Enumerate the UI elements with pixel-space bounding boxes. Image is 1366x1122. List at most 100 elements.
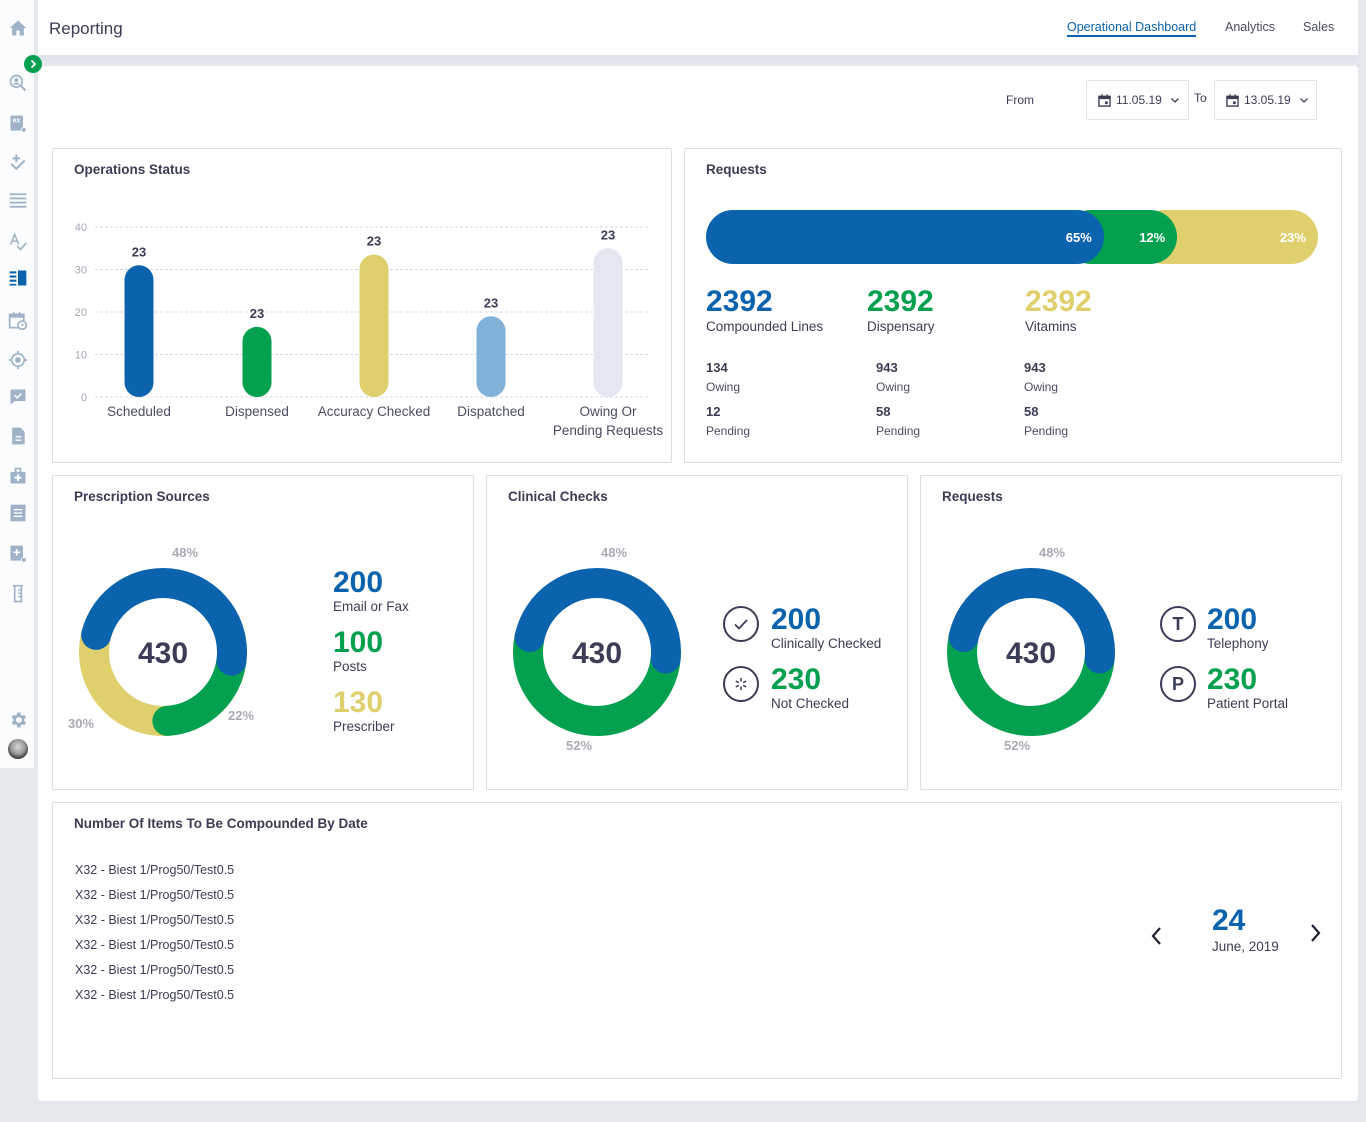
- donut-total: 430: [1006, 637, 1056, 670]
- clinical-checks-card: Clinical Checks 430 48% 52% 200 Clinically…: [486, 475, 908, 790]
- donut-percent-label: 48%: [172, 545, 198, 560]
- bar-value-label: 23: [367, 234, 381, 249]
- operations-status-chart: 0 10 20 30 40 23 Scheduled 23 Dispensed 23 Accurac…: [75, 222, 664, 438]
- group-total: 2392: [706, 285, 773, 318]
- pending-count: 58: [876, 404, 891, 419]
- group-total: 2392: [1025, 285, 1092, 318]
- donut-percent-label: 48%: [1039, 545, 1065, 560]
- to-date-picker[interactable]: 13.05.19: [1214, 80, 1317, 120]
- patient-portal-count: 230: [1207, 663, 1258, 696]
- prescriber-count: 130: [333, 686, 384, 719]
- medical-kit-icon[interactable]: [8, 466, 28, 486]
- bar-owing-or-pending-requests[interactable]: [593, 248, 623, 397]
- check-circle-icon: [723, 606, 759, 642]
- segment-percent-label: 12%: [1139, 229, 1166, 245]
- tab-analytics[interactable]: Analytics: [1225, 20, 1275, 34]
- chevron-down-icon: [1170, 98, 1179, 103]
- donut-percent-label: 48%: [601, 545, 627, 560]
- y-tick-label: 40: [75, 222, 87, 234]
- x-category-label: Pending Requests: [553, 423, 664, 438]
- rx-settings-icon[interactable]: RX: [8, 114, 28, 134]
- test-tube-icon[interactable]: [8, 584, 28, 604]
- email-fax-label: Email or Fax: [333, 599, 409, 614]
- bar-dispatched[interactable]: [476, 316, 506, 397]
- x-category-label: Dispensed: [225, 404, 289, 419]
- group-name: Vitamins: [1025, 319, 1077, 334]
- from-label: From: [1006, 93, 1034, 107]
- segment-percent-label: 23%: [1279, 229, 1306, 245]
- to-date-value: 13.05.19: [1244, 93, 1291, 107]
- calendar-clock-icon[interactable]: [8, 311, 28, 331]
- chevron-down-icon: [1299, 98, 1308, 103]
- home-icon[interactable]: [8, 18, 28, 38]
- patient-portal-icon: P: [1160, 666, 1196, 702]
- tab-sales[interactable]: Sales: [1303, 20, 1334, 34]
- from-date-value: 11.05.19: [1116, 93, 1162, 107]
- receipt-icon[interactable]: [8, 503, 28, 523]
- x-category-label: Dispatched: [457, 404, 525, 419]
- donut-percent-label: 30%: [68, 716, 94, 731]
- target-icon[interactable]: [8, 350, 28, 370]
- list-icon[interactable]: [8, 190, 28, 210]
- email-fax-count: 200: [333, 566, 384, 599]
- sidebar: RX: [0, 0, 35, 768]
- owing-label: Owing: [876, 380, 911, 394]
- bar-scheduled[interactable]: [124, 265, 154, 397]
- add-document-settings-icon[interactable]: [8, 544, 28, 564]
- bar-value-label: 23: [250, 306, 264, 321]
- prescription-sources-donut: 430 48% 22% 30%: [68, 545, 254, 736]
- patient-portal-label: Patient Portal: [1207, 696, 1289, 711]
- message-check-icon[interactable]: [8, 387, 28, 407]
- compound-item: X32 - Biest 1/Prog50/Test0.5: [75, 863, 235, 877]
- to-label: To: [1194, 91, 1207, 105]
- telephony-label: Telephony: [1207, 636, 1269, 651]
- x-category-label: Scheduled: [107, 404, 171, 419]
- bar-accuracy-checked[interactable]: [359, 254, 389, 397]
- segment-percent-label: 65%: [1065, 229, 1092, 245]
- reporting-icon[interactable]: [8, 268, 28, 288]
- donut-total: 430: [572, 637, 622, 670]
- owing-label: Owing: [1024, 380, 1059, 394]
- group-name: Compounded Lines: [706, 319, 824, 334]
- y-tick-label: 10: [75, 350, 87, 362]
- compound-item: X32 - Biest 1/Prog50/Test0.5: [75, 938, 235, 952]
- tab-operational-dashboard[interactable]: Operational Dashboard: [1067, 20, 1197, 37]
- y-tick-label: 0: [81, 392, 87, 404]
- clinical-checks-donut: 430 48% 52%: [513, 545, 681, 753]
- card-title: Requests: [942, 489, 1003, 504]
- card-title: Number Of Items To Be Compounded By Date: [74, 816, 368, 831]
- add-check-icon[interactable]: [8, 153, 28, 173]
- bar-value-label: 23: [601, 227, 615, 242]
- bar-dispensed[interactable]: [242, 326, 272, 397]
- sidebar-expand-button[interactable]: [24, 55, 42, 73]
- compounded-items-card: Number Of Items To Be Compounded By Date…: [52, 802, 1342, 1079]
- posts-count: 100: [333, 626, 384, 659]
- card-title: Clinical Checks: [508, 489, 608, 504]
- spellcheck-icon[interactable]: [8, 232, 28, 252]
- requests-summary-card: Requests 23% 12% 65% 2392 Compounded Lines 1…: [684, 148, 1342, 463]
- donut-percent-label: 52%: [1004, 738, 1030, 753]
- requests-progress-bar: 23% 12% 65%: [706, 210, 1318, 264]
- gear-icon[interactable]: [8, 710, 28, 730]
- page-title: Reporting: [49, 19, 123, 38]
- selected-month-year: June, 2019: [1212, 939, 1279, 954]
- compound-item: X32 - Biest 1/Prog50/Test0.5: [75, 888, 235, 902]
- user-avatar[interactable]: [8, 739, 28, 759]
- from-date-picker[interactable]: 11.05.19: [1086, 80, 1189, 120]
- y-tick-label: 30: [75, 265, 87, 277]
- requests-bar-segment[interactable]: 65%: [706, 210, 1104, 264]
- next-date-button[interactable]: [1305, 920, 1325, 946]
- patient-search-icon[interactable]: [8, 73, 28, 93]
- donut-percent-label: 52%: [566, 738, 592, 753]
- x-category-label: Accuracy Checked: [318, 404, 431, 419]
- card-title: Prescription Sources: [74, 489, 210, 504]
- pending-circle-icon: [723, 666, 759, 702]
- compound-item: X32 - Biest 1/Prog50/Test0.5: [75, 913, 235, 927]
- owing-count: 134: [706, 360, 728, 375]
- requests-channels-donut: 430 48% 52%: [947, 545, 1115, 753]
- document-icon[interactable]: [8, 426, 28, 446]
- requests-channels-card: Requests 430 48% 52% T 200 Telephony P 230…: [920, 475, 1342, 790]
- clinically-checked-count: 200: [771, 603, 822, 636]
- main-content: From 11.05.19 To 13.05.19 Operations Sta…: [38, 66, 1358, 1101]
- previous-date-button[interactable]: [1147, 923, 1167, 949]
